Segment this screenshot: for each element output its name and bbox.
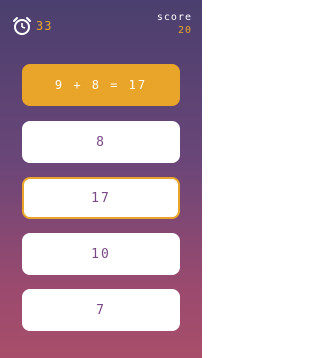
question-text: 9 + 8 = 17: [54, 78, 148, 92]
question-box: 9 + 8 = 17: [22, 64, 180, 106]
score-value: 20: [177, 25, 192, 36]
answer-button-1[interactable]: 8: [22, 121, 180, 163]
answer-label: 17: [91, 190, 111, 206]
answer-button-2[interactable]: 17: [22, 177, 180, 219]
alarm-clock-icon: [13, 17, 31, 35]
timer-value: 33: [36, 19, 53, 33]
answer-label: 8: [96, 134, 106, 150]
game-screen: 33 score 20 9 + 8 = 17 8 17 10 7: [0, 0, 202, 358]
answer-label: 10: [91, 246, 111, 262]
answer-label: 7: [96, 302, 106, 318]
answer-button-4[interactable]: 7: [22, 289, 180, 331]
score-label: score: [156, 12, 192, 23]
answer-button-3[interactable]: 10: [22, 233, 180, 275]
